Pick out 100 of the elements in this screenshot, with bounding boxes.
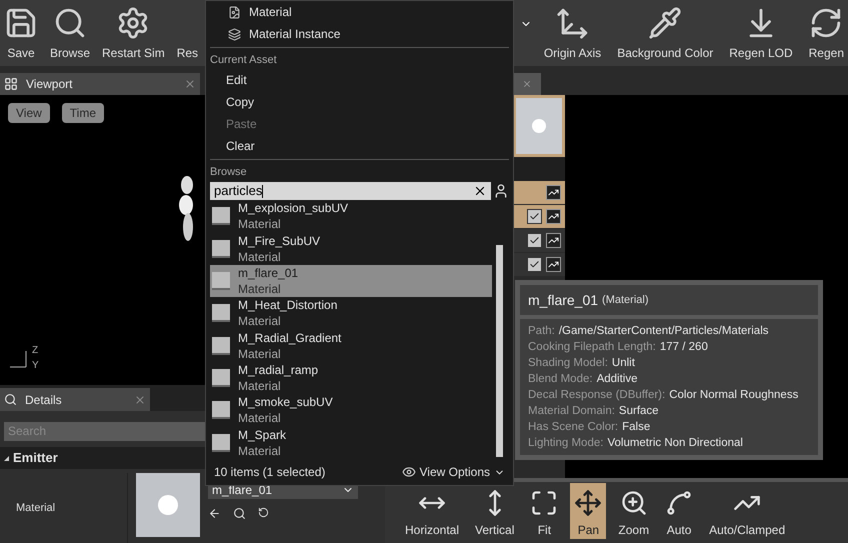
field-label: Blend Mode: xyxy=(528,372,593,387)
material-icon xyxy=(212,336,230,355)
field-value: Surface xyxy=(618,404,659,419)
curve-icon xyxy=(665,489,694,517)
menu-item[interactable]: Edit xyxy=(206,68,513,90)
close-icon[interactable] xyxy=(522,79,532,89)
fit-icon xyxy=(530,489,558,517)
curve-tool-button[interactable]: Pan xyxy=(570,483,606,539)
curve-tool-button[interactable]: Fit xyxy=(526,483,562,539)
material-icon xyxy=(212,369,230,388)
emitter-row[interactable] xyxy=(513,205,565,228)
search-icon[interactable] xyxy=(233,507,246,520)
save-icon xyxy=(4,6,38,40)
close-icon[interactable] xyxy=(134,394,146,406)
field-value: Volumetric Non Directional xyxy=(607,436,743,451)
checkbox[interactable] xyxy=(527,233,542,248)
graph-icon[interactable] xyxy=(546,209,561,224)
view-menu-button[interactable]: View xyxy=(8,103,50,123)
emitter-row[interactable] xyxy=(513,181,565,204)
check-icon xyxy=(529,211,540,222)
curve-tool-button[interactable]: Vertical xyxy=(471,483,518,539)
reset-icon[interactable] xyxy=(258,507,269,518)
toolbar-button[interactable]: Origin Axis xyxy=(540,0,606,62)
asset-list-item[interactable]: M_Fire_SubUV Material xyxy=(210,232,492,265)
section-label: Emitter xyxy=(13,449,58,468)
asset-name: M_explosion_subUV xyxy=(238,200,348,216)
material-thumbnail xyxy=(136,473,200,537)
clear-icon[interactable] xyxy=(473,184,487,198)
field-label: Has Scene Color: xyxy=(528,420,618,435)
asset-list-item[interactable]: M_explosion_subUV Material xyxy=(210,200,492,232)
graph-icon[interactable] xyxy=(546,233,561,248)
arrow-left-icon[interactable] xyxy=(208,507,221,520)
user-icon[interactable] xyxy=(493,183,509,199)
field-label: Lighting Mode: xyxy=(528,436,604,451)
tooltip-title: m_flare_01 xyxy=(528,290,598,310)
details-tab[interactable]: Details xyxy=(0,388,150,411)
field-value: 177 / 260 xyxy=(660,340,708,355)
curve-tool-button[interactable]: Auto xyxy=(661,483,698,539)
asset-name: M_Radial_Gradient xyxy=(238,330,342,346)
pan-icon xyxy=(574,489,602,517)
asset-type: Material xyxy=(238,280,282,297)
toolbar-button[interactable]: Res xyxy=(172,0,202,62)
curve-tool-button[interactable]: Zoom xyxy=(614,483,654,539)
curve-tool-button[interactable]: Horizontal xyxy=(401,483,464,539)
material-icon xyxy=(212,434,230,452)
close-icon[interactable] xyxy=(184,78,196,90)
menu-item[interactable]: Copy xyxy=(206,90,513,112)
zoom-icon xyxy=(620,489,648,517)
menu-item[interactable]: Clear xyxy=(206,134,513,156)
asset-type: Material xyxy=(238,313,282,330)
expanded-triangle-icon xyxy=(4,456,9,460)
axis-icon xyxy=(556,6,590,40)
asset-list-item[interactable]: M_radial_ramp Material xyxy=(210,362,492,394)
field-value: Unlit xyxy=(612,356,635,371)
toolbar-button[interactable]: Browse xyxy=(46,0,94,62)
toolbar-button[interactable]: Regen LOD xyxy=(725,0,797,62)
field-label: Cooking Filepath Length: xyxy=(528,340,656,355)
layers-icon xyxy=(228,28,241,40)
image-file-icon xyxy=(228,6,241,18)
eyedropper-icon xyxy=(648,6,682,40)
field-value: /Game/StarterContent/Particles/Materials xyxy=(558,324,768,339)
field-value: Additive xyxy=(596,372,638,387)
checkbox[interactable] xyxy=(527,209,542,224)
field-label: Shading Model: xyxy=(528,356,608,371)
menu-item[interactable]: Material Instance xyxy=(206,23,513,45)
menu-item[interactable]: Material xyxy=(206,1,513,23)
menu-heading: Current Asset xyxy=(209,53,278,68)
asset-name: M_smoke_subUV xyxy=(238,394,333,410)
toolbar-button[interactable]: Regen xyxy=(804,0,848,62)
asset-name: m_flare_01 xyxy=(238,264,298,281)
asset-name: M_Heat_Distortion xyxy=(238,297,338,314)
asset-name: M_Fire_SubUV xyxy=(238,232,320,249)
checkbox[interactable] xyxy=(527,257,542,272)
viewport-tab[interactable]: Viewport xyxy=(0,73,200,95)
asset-list-item[interactable]: M_Radial_Gradient Material xyxy=(210,330,492,362)
emitter-thumbnail xyxy=(516,98,562,154)
graph-icon[interactable] xyxy=(546,185,561,200)
toolbar-button[interactable]: Save xyxy=(0,0,42,62)
asset-type: Material xyxy=(238,248,282,265)
field-label: Material Domain: xyxy=(528,404,615,419)
tab-label: Details xyxy=(25,392,62,408)
toolbar-button[interactable]: Restart Sim xyxy=(98,0,169,62)
asset-list-item[interactable]: m_flare_01 Material xyxy=(210,264,492,298)
toolbar-button[interactable]: Background Color xyxy=(613,0,718,62)
material-icon xyxy=(212,207,230,226)
view-options-button[interactable]: View Options xyxy=(402,463,505,481)
field-value: Color Normal Roughness xyxy=(669,388,798,403)
axis-label: Y xyxy=(32,359,39,373)
grid-icon xyxy=(4,77,18,91)
emitter-row[interactable] xyxy=(513,229,565,252)
property-label: Material xyxy=(16,500,56,516)
asset-list-item[interactable]: M_Heat_Distortion Material xyxy=(210,297,492,330)
asset-name: M_Spark xyxy=(238,426,286,443)
asset-search-field[interactable]: particles xyxy=(210,182,491,200)
emitter-row[interactable] xyxy=(513,253,565,276)
curve-tool-button[interactable]: Auto/Clamped xyxy=(705,483,790,539)
check-icon xyxy=(529,235,540,246)
view-menu-button[interactable]: Time xyxy=(62,103,104,123)
graph-icon[interactable] xyxy=(546,257,561,272)
field-label: Decal Response (DBuffer): xyxy=(528,388,666,403)
